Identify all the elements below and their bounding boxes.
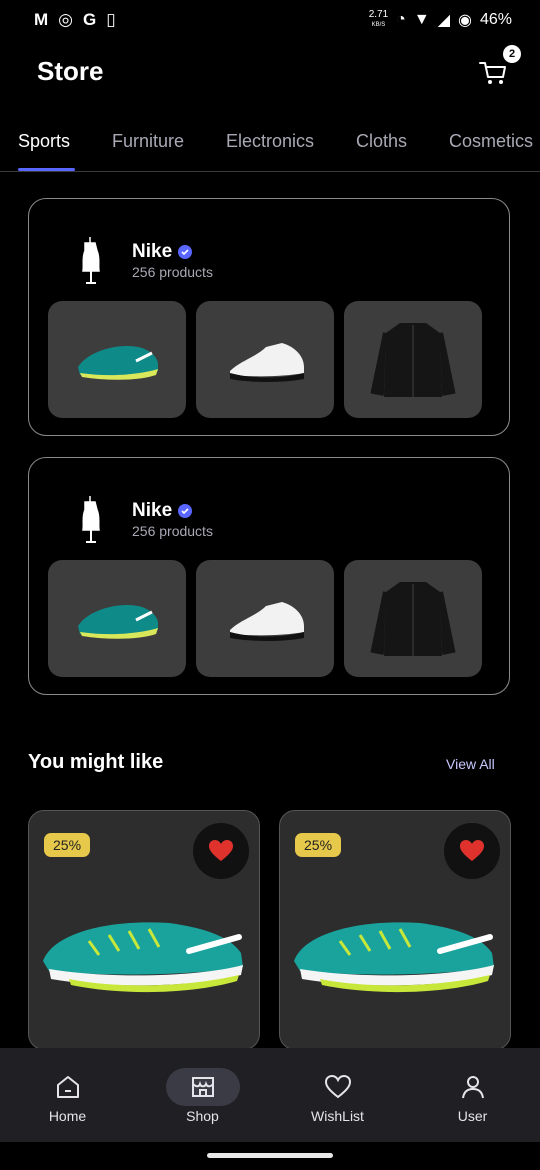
section-title: You might like	[28, 751, 164, 773]
nav-home-label: Home	[48, 1108, 87, 1124]
home-icon	[31, 1068, 105, 1106]
nav-user-label: User	[457, 1108, 488, 1124]
brand-name: Nike	[132, 500, 193, 522]
thumb-running-shoe[interactable]	[48, 301, 186, 418]
brand-card[interactable]: Nike 256 products	[28, 457, 510, 695]
running-shoe-image	[43, 922, 243, 993]
thumb-jacket[interactable]	[344, 301, 482, 418]
product-card[interactable]: 25%	[279, 810, 511, 1050]
tab-cosmetics[interactable]: Cosmetics	[449, 131, 533, 152]
home-indicator[interactable]	[207, 1153, 333, 1158]
battery-percent: 46%	[479, 11, 512, 28]
battery-saver-icon: ▯	[106, 10, 116, 29]
thumb-sneaker[interactable]	[196, 301, 334, 418]
discount-badge: 25%	[295, 833, 342, 857]
sneaker-icon	[230, 343, 304, 382]
google-icon: G	[83, 10, 97, 29]
data-saver-icon: ◔	[396, 11, 406, 28]
signal-icon: ◢	[437, 12, 450, 29]
heart-icon	[301, 1068, 375, 1106]
gmail-icon: M	[34, 10, 49, 29]
net-speed-value: 2.71	[368, 9, 389, 20]
wifi-icon: ▼	[413, 11, 430, 28]
mannequin-icon	[82, 496, 100, 543]
status-bar: M ◎ G ▯ 2.71 KB/S ◔ ▼ ◢ ◉ 46%	[0, 0, 540, 40]
status-right: 2.71 KB/S ◔ ▼ ◢ ◉ 46%	[369, 10, 512, 30]
cart-count-badge: 2	[503, 45, 521, 63]
running-shoe-icon	[78, 604, 158, 639]
nav-home[interactable]: Home	[0, 1048, 135, 1142]
status-left-icons: M ◎ G ▯	[34, 10, 116, 30]
cart-icon[interactable]	[478, 58, 508, 88]
bottom-navigation: Home Shop WishList User	[0, 1048, 540, 1142]
shop-icon	[165, 1068, 240, 1106]
tab-furniture[interactable]: Furniture	[112, 131, 184, 152]
thumb-jacket[interactable]	[344, 560, 482, 677]
brand-card[interactable]: Nike 256 products	[28, 198, 510, 436]
mannequin-icon	[82, 237, 100, 284]
running-shoe-image	[294, 922, 494, 993]
product-card[interactable]: 25%	[28, 810, 260, 1050]
nav-wishlist-label: WishList	[311, 1108, 364, 1124]
sneaker-icon	[230, 602, 304, 641]
brand-name-text: Nike	[132, 500, 173, 521]
user-icon	[436, 1068, 510, 1106]
heart-filled-icon	[460, 840, 484, 861]
brand-product-count: 256 products	[132, 523, 213, 539]
battery-icon: ◉	[458, 12, 472, 29]
nav-wishlist[interactable]: WishList	[270, 1048, 405, 1142]
net-speed-unit: KB/S	[371, 22, 386, 28]
running-shoe-icon	[78, 345, 158, 380]
brand-name-text: Nike	[132, 241, 173, 262]
page-title: Store	[37, 56, 104, 86]
tab-electronics[interactable]: Electronics	[226, 131, 314, 152]
tab-sports[interactable]: Sports	[18, 131, 70, 152]
tab-cloths[interactable]: Cloths	[356, 131, 407, 152]
verified-icon	[178, 245, 193, 259]
jacket-icon	[370, 582, 456, 656]
view-all-link[interactable]: View All	[446, 756, 495, 772]
brand-name: Nike	[132, 241, 193, 263]
nav-user[interactable]: User	[405, 1048, 540, 1142]
thumb-running-shoe[interactable]	[48, 560, 186, 677]
nav-shop[interactable]: Shop	[135, 1048, 270, 1142]
verified-icon	[178, 504, 193, 518]
category-tabs: Sports Furniture Electronics Cloths Cosm…	[0, 131, 540, 172]
discount-badge: 25%	[44, 833, 91, 857]
net-speed: 2.71 KB/S	[369, 10, 388, 30]
nav-shop-label: Shop	[186, 1108, 219, 1124]
thumb-sneaker[interactable]	[196, 560, 334, 677]
shield-app-icon: ◎	[58, 10, 74, 29]
tab-indicator	[18, 168, 75, 171]
brand-product-count: 256 products	[132, 264, 213, 280]
jacket-icon	[370, 323, 456, 397]
heart-filled-icon	[209, 840, 233, 861]
